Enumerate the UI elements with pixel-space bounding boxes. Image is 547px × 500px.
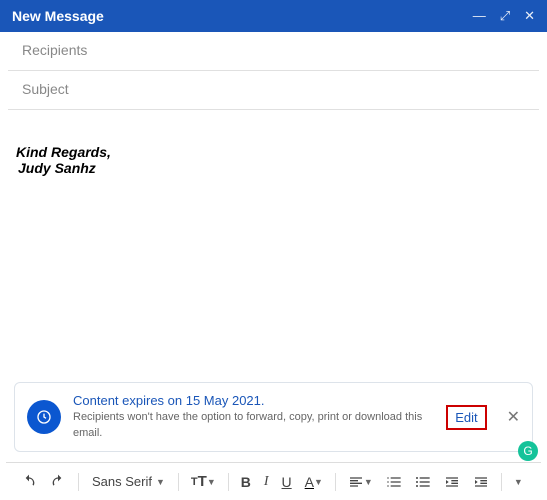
confidential-banner: Content expires on 15 May 2021. Recipien… bbox=[14, 382, 533, 452]
compose-titlebar: New Message — ⤢ ✕ bbox=[0, 0, 547, 32]
subject-row[interactable] bbox=[8, 71, 539, 110]
bulleted-list-button[interactable] bbox=[410, 470, 436, 494]
indent-less-button[interactable] bbox=[439, 470, 465, 494]
font-family-label: Sans Serif bbox=[92, 474, 152, 489]
compose-title: New Message bbox=[12, 8, 104, 24]
separator bbox=[178, 473, 179, 491]
align-button[interactable]: ▼ bbox=[343, 470, 378, 494]
indent-more-button[interactable] bbox=[468, 470, 494, 494]
separator bbox=[78, 473, 79, 491]
redo-icon[interactable] bbox=[45, 470, 71, 494]
separator bbox=[501, 473, 502, 491]
font-family-select[interactable]: Sans Serif ▼ bbox=[86, 470, 171, 493]
bold-button[interactable]: B bbox=[236, 470, 256, 494]
signature-block: Kind Regards, Judy Sanhz bbox=[16, 144, 531, 176]
grammarly-icon[interactable]: G bbox=[518, 441, 538, 461]
more-formatting-button[interactable]: ▼ bbox=[509, 473, 528, 491]
recipients-input[interactable] bbox=[22, 42, 525, 58]
caret-down-icon: ▼ bbox=[314, 477, 323, 487]
confidential-text: Content expires on 15 May 2021. Recipien… bbox=[73, 393, 434, 441]
clock-lock-icon bbox=[27, 400, 61, 434]
numbered-list-button[interactable] bbox=[381, 470, 407, 494]
minimize-icon[interactable]: — bbox=[473, 8, 486, 24]
text-color-button[interactable]: A▼ bbox=[300, 470, 328, 494]
confidential-subtitle: Recipients won't have the option to forw… bbox=[73, 410, 434, 441]
edit-button[interactable]: Edit bbox=[446, 405, 486, 430]
signature-line: Kind Regards, bbox=[16, 144, 531, 160]
caret-down-icon: ▼ bbox=[514, 477, 523, 487]
caret-down-icon: ▼ bbox=[207, 477, 216, 487]
window-controls: — ⤢ ✕ bbox=[473, 8, 535, 24]
caret-down-icon: ▼ bbox=[364, 477, 373, 487]
email-body[interactable]: Kind Regards, Judy Sanhz bbox=[0, 110, 547, 374]
confidential-title: Content expires on 15 May 2021. bbox=[73, 393, 434, 408]
caret-down-icon: ▼ bbox=[156, 477, 165, 487]
undo-icon[interactable] bbox=[16, 470, 42, 494]
separator bbox=[335, 473, 336, 491]
expand-icon[interactable]: ⤢ bbox=[500, 8, 510, 24]
italic-button[interactable]: I bbox=[259, 470, 274, 494]
recipients-row[interactable] bbox=[8, 32, 539, 71]
close-icon[interactable]: ✕ bbox=[524, 8, 535, 24]
separator bbox=[228, 473, 229, 491]
underline-button[interactable]: U bbox=[277, 470, 297, 494]
compose-window: New Message — ⤢ ✕ Kind Regards, Judy San… bbox=[0, 0, 547, 500]
signature-line: Judy Sanhz bbox=[18, 160, 531, 176]
subject-input[interactable] bbox=[22, 81, 525, 97]
format-toolbar: Sans Serif ▼ TT▼ B I U A▼ ▼ ▼ bbox=[6, 462, 541, 500]
banner-close-icon[interactable]: ✕ bbox=[507, 407, 520, 427]
font-size-icon[interactable]: TT▼ bbox=[186, 469, 221, 494]
